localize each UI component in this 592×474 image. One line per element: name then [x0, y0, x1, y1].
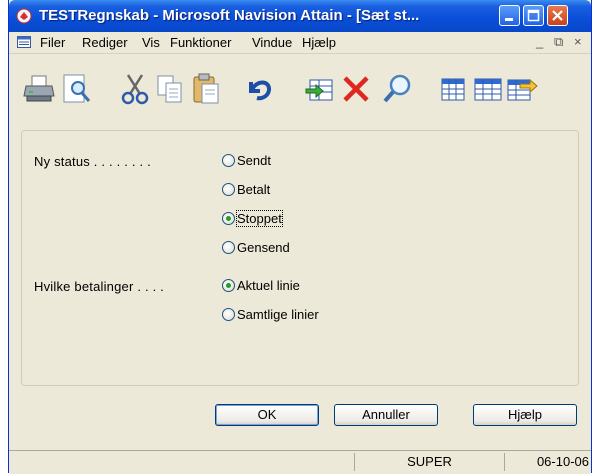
- undo-icon[interactable]: [243, 72, 277, 106]
- menu-filer[interactable]: Filer: [40, 35, 65, 50]
- mdi-close-button[interactable]: ×: [574, 34, 582, 49]
- form-panel: Ny status . . . . . . . . Sendt Betalt S…: [21, 130, 579, 386]
- delete-icon[interactable]: [339, 72, 373, 106]
- close-button[interactable]: [547, 5, 568, 26]
- mdi-restore-button[interactable]: ⧉: [554, 34, 563, 50]
- title-bar[interactable]: TESTRegnskab - Microsoft Navision Attain…: [9, 0, 591, 32]
- new-status-label: Ny status . . . . . . . .: [34, 154, 151, 169]
- navision-app-icon[interactable]: [16, 8, 32, 24]
- cut-icon[interactable]: [118, 72, 152, 106]
- menu-funktioner[interactable]: Funktioner: [170, 35, 231, 50]
- menu-hjaelp[interactable]: Hjælp: [302, 35, 336, 50]
- find-icon[interactable]: [381, 72, 415, 106]
- maximize-button[interactable]: [523, 5, 544, 26]
- minimize-icon: [505, 18, 513, 21]
- menu-rediger[interactable]: Rediger: [82, 35, 128, 50]
- status-date-cell: 06-10-06: [504, 453, 591, 471]
- table-icon[interactable]: [436, 72, 470, 106]
- table-card-icon[interactable]: [471, 72, 505, 106]
- paste-icon[interactable]: [189, 72, 223, 106]
- radio-label: Samtlige linier: [237, 307, 319, 322]
- help-button[interactable]: Hjælp: [473, 404, 577, 426]
- maximize-icon: [527, 9, 540, 22]
- status-bar: SUPER 06-10-06: [9, 450, 591, 474]
- menu-vis[interactable]: Vis: [142, 35, 160, 50]
- toolbar: [9, 54, 591, 126]
- radio-button-selected[interactable]: [222, 279, 235, 292]
- copy-icon[interactable]: [153, 72, 187, 106]
- cancel-button[interactable]: Annuller: [334, 404, 438, 426]
- dialog-window: TESTRegnskab - Microsoft Navision Attain…: [8, 0, 592, 474]
- radio-button[interactable]: [222, 308, 235, 321]
- menu-vindue[interactable]: Vindue: [252, 35, 292, 50]
- mdi-minimize-button[interactable]: _: [536, 34, 543, 49]
- radio-button-selected[interactable]: [222, 212, 235, 225]
- radio-label: Stoppet: [236, 210, 283, 227]
- status-message-cell: [9, 453, 354, 471]
- which-payments-label: Hvilke betalinger . . . .: [34, 279, 164, 294]
- radio-label: Betalt: [237, 182, 271, 197]
- print-icon[interactable]: [23, 72, 57, 106]
- radio-label: Aktuel linie: [237, 278, 300, 293]
- status-user-cell: SUPER: [354, 453, 504, 471]
- window-title: TESTRegnskab - Microsoft Navision Attain…: [39, 7, 420, 24]
- radio-button[interactable]: [222, 183, 235, 196]
- ok-button[interactable]: OK: [215, 404, 319, 426]
- menu-bar: Filer Rediger Vis Funktioner Vindue Hjæl…: [9, 32, 591, 54]
- radio-label: Sendt: [237, 153, 271, 168]
- print-preview-icon[interactable]: [59, 72, 93, 106]
- radio-button[interactable]: [222, 241, 235, 254]
- table-export-icon[interactable]: [504, 72, 538, 106]
- minimize-button[interactable]: [499, 5, 520, 26]
- document-menu-icon[interactable]: [17, 36, 31, 48]
- close-icon: [552, 10, 563, 21]
- radio-button[interactable]: [222, 154, 235, 167]
- radio-selected-dot: [226, 216, 231, 221]
- radio-label: Gensend: [237, 240, 290, 255]
- insert-record-icon[interactable]: [304, 72, 338, 106]
- radio-selected-dot: [226, 283, 231, 288]
